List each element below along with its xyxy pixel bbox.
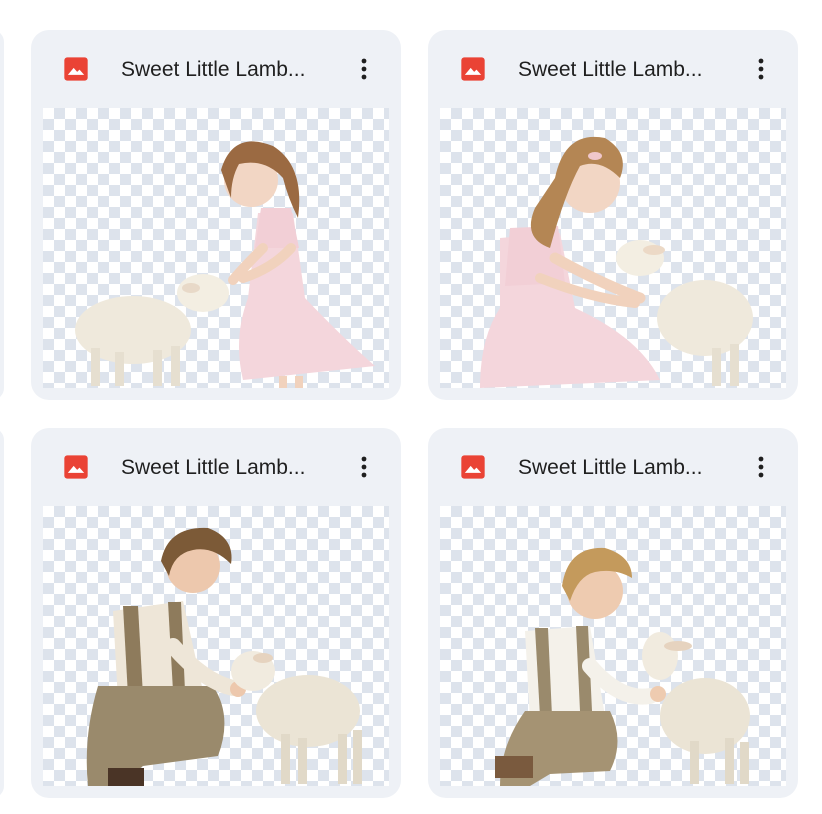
file-name: Sweet Little Lamb...: [121, 456, 306, 479]
file-name: Sweet Little Lamb...: [121, 58, 306, 81]
file-card[interactable]: Sweet Little Lamb...: [428, 428, 798, 798]
file-card-header: Sweet Little Lamb...: [428, 30, 798, 108]
file-card-header: Sweet Little Lamb...: [31, 428, 401, 506]
more-vert-icon: [361, 58, 367, 80]
more-vert-icon: [361, 456, 367, 478]
more-options-button[interactable]: [742, 448, 780, 486]
file-card[interactable]: Sweet Little Lamb...: [428, 30, 798, 400]
file-card-partial[interactable]: [0, 428, 4, 798]
file-name: Sweet Little Lamb...: [518, 456, 703, 479]
image-icon: [64, 57, 88, 81]
file-card-partial[interactable]: [0, 30, 4, 400]
file-name: Sweet Little Lamb...: [518, 58, 703, 81]
file-card[interactable]: Sweet Little Lamb...: [31, 30, 401, 400]
file-thumbnail[interactable]: [440, 506, 786, 786]
file-grid: Sweet Little Lamb... Sweet Little Lamb..…: [0, 0, 822, 814]
girl-with-lamb-image: [75, 141, 375, 388]
file-thumbnail[interactable]: [440, 108, 786, 388]
boy-with-lamb-image: [495, 547, 750, 786]
file-card-header: Sweet Little Lamb...: [428, 428, 798, 506]
image-icon: [461, 57, 485, 81]
boy-with-lamb-image: [86, 527, 362, 786]
more-options-button[interactable]: [742, 50, 780, 88]
more-vert-icon: [758, 58, 764, 80]
image-icon: [64, 455, 88, 479]
more-vert-icon: [758, 456, 764, 478]
girl-with-lamb-image: [480, 136, 753, 388]
more-options-button[interactable]: [345, 50, 383, 88]
file-card-header: Sweet Little Lamb...: [31, 30, 401, 108]
more-options-button[interactable]: [345, 448, 383, 486]
file-card[interactable]: Sweet Little Lamb...: [31, 428, 401, 798]
file-thumbnail[interactable]: [43, 506, 389, 786]
file-thumbnail[interactable]: [43, 108, 389, 388]
image-icon: [461, 455, 485, 479]
